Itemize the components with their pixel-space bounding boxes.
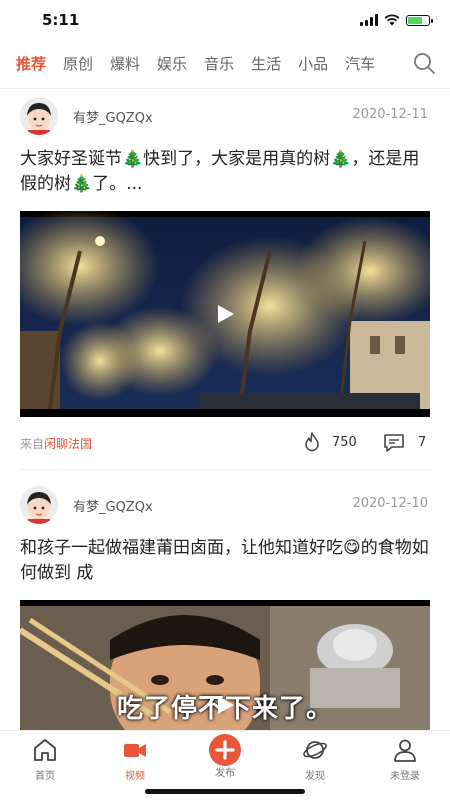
hot-count: 750 — [332, 435, 357, 450]
plus-circle-icon — [209, 734, 241, 766]
category-tabs: 推荐 原创 爆料 娱乐 音乐 生活 小品 汽车 — [0, 46, 450, 80]
cellular-signal-icon — [360, 14, 378, 26]
nav-label: 首页 — [35, 771, 55, 782]
status-bar: 5:11 — [0, 0, 450, 40]
christmas-tree-icon: 🎄 — [71, 174, 93, 194]
source-channel-link[interactable]: 闲聊法国 — [44, 437, 92, 451]
post-footer: 来自闲聊法国 750 7 — [20, 417, 430, 470]
nav-publish[interactable]: 发布 — [190, 734, 260, 779]
planet-icon — [303, 741, 327, 759]
feed-post[interactable]: 有梦_GQZQx 2020-12-11 大家好圣诞节🎄快到了，大家是用真的树🎄，… — [0, 89, 450, 470]
status-icons — [360, 14, 433, 26]
video-thumbnail[interactable]: 吃了停不下来了。 — [20, 600, 430, 730]
tab-entertainment[interactable]: 娱乐 — [157, 53, 187, 74]
nav-profile[interactable]: 未登录 — [370, 737, 440, 782]
post-date: 2020-12-10 — [352, 496, 428, 511]
search-icon[interactable] — [412, 51, 436, 75]
comment-icon[interactable] — [383, 433, 405, 453]
tab-skit[interactable]: 小品 — [298, 53, 328, 74]
bottom-nav: 首页 视频 发布 发现 未登录 — [0, 730, 450, 801]
source-label: 来自闲聊法国 — [20, 437, 93, 451]
fire-icon[interactable] — [303, 432, 321, 452]
video-feed[interactable]: 有梦_GQZQx 2020-12-11 大家好圣诞节🎄快到了，大家是用真的树🎄，… — [0, 89, 450, 730]
post-title[interactable]: 和孩子一起做福建莆田卤面，让他知道好吃😋的食物如何做到 成 — [20, 536, 430, 586]
username[interactable]: 有梦_GQZQx — [73, 107, 153, 126]
tab-recommend[interactable]: 推荐 — [16, 53, 46, 74]
nav-label: 发现 — [305, 771, 325, 782]
post-title[interactable]: 大家好圣诞节🎄快到了，大家是用真的树🎄，还是用假的树🎄了。... — [20, 147, 430, 197]
play-icon[interactable] — [214, 303, 236, 325]
nav-label: 发布 — [215, 768, 235, 779]
nav-discover[interactable]: 发现 — [280, 737, 350, 782]
post-date: 2020-12-11 — [352, 107, 428, 122]
tab-auto[interactable]: 汽车 — [345, 53, 375, 74]
home-indicator — [145, 789, 305, 794]
tab-original[interactable]: 原创 — [63, 53, 93, 74]
comment-count: 7 — [418, 435, 427, 450]
home-icon — [34, 739, 56, 761]
avatar[interactable] — [20, 486, 58, 524]
post-header: 有梦_GQZQx 2020-12-10 — [0, 478, 450, 528]
tabs-fade — [384, 46, 414, 80]
nav-label: 视频 — [125, 771, 145, 782]
wifi-icon — [384, 14, 400, 26]
user-icon — [394, 739, 416, 762]
battery-icon — [406, 14, 433, 26]
christmas-tree-icon: 🎄 — [122, 149, 144, 169]
tab-music[interactable]: 音乐 — [204, 53, 234, 74]
video-camera-icon — [124, 744, 146, 757]
christmas-tree-icon: 🎄 — [330, 149, 352, 169]
nav-video[interactable]: 视频 — [100, 737, 170, 782]
tab-life[interactable]: 生活 — [251, 53, 281, 74]
username[interactable]: 有梦_GQZQx — [73, 496, 153, 515]
post-header: 有梦_GQZQx 2020-12-11 — [0, 89, 450, 139]
feed-post[interactable]: 有梦_GQZQx 2020-12-10 和孩子一起做福建莆田卤面，让他知道好吃😋… — [0, 478, 450, 730]
tab-breaking[interactable]: 爆料 — [110, 53, 140, 74]
nav-label: 未登录 — [390, 771, 420, 782]
nav-home[interactable]: 首页 — [10, 737, 80, 782]
play-icon[interactable] — [214, 694, 236, 716]
status-time: 5:11 — [42, 11, 80, 29]
avatar[interactable] — [20, 97, 58, 135]
video-thumbnail[interactable] — [20, 211, 430, 417]
